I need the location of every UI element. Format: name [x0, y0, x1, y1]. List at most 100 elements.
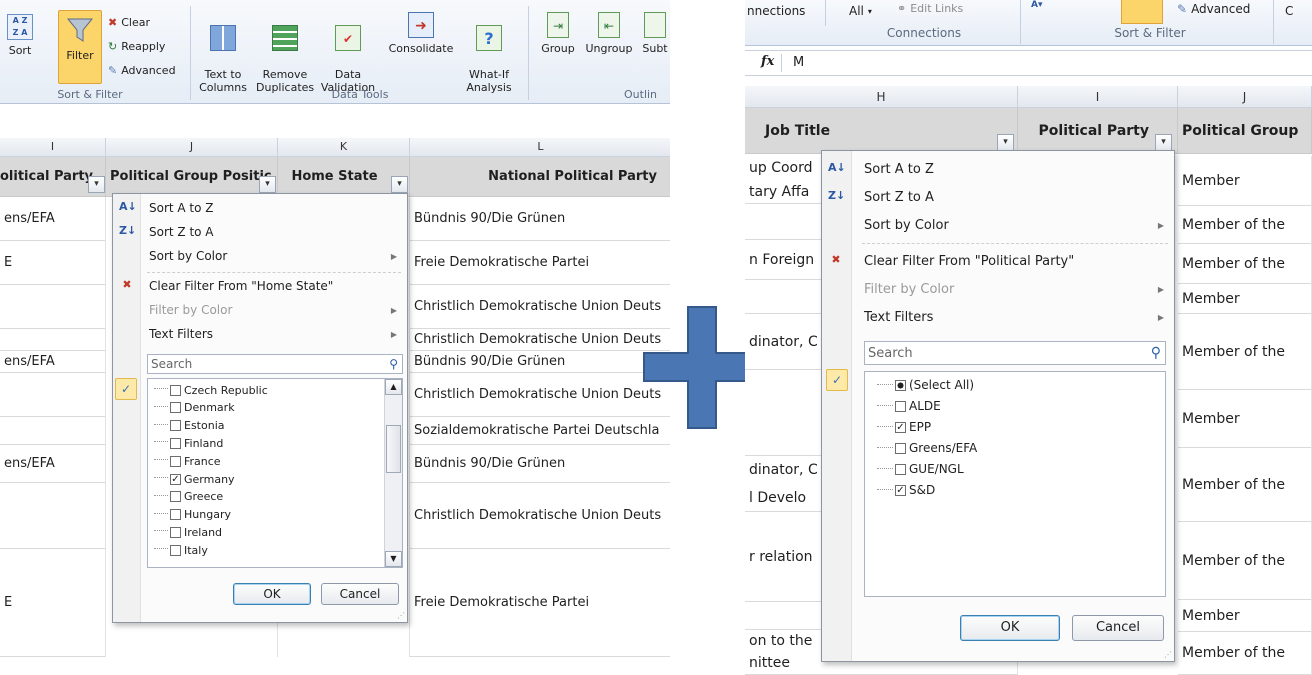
table-cell[interactable]: Christlich Demokratische Union Deuts: [410, 483, 670, 549]
advanced-filter-button[interactable]: ✎ Advanced: [108, 64, 176, 77]
table-cell[interactable]: E: [0, 549, 106, 657]
cancel-button[interactable]: Cancel: [321, 583, 399, 605]
table-cell[interactable]: Member of the: [1178, 206, 1312, 244]
filter-option[interactable]: Ireland: [154, 523, 222, 541]
column-header-i[interactable]: I: [0, 138, 106, 157]
filter-by-color-menu-item[interactable]: Filter by Color ▶: [113, 298, 407, 322]
sort-a-to-z-menu-item[interactable]: A↓ Sort A to Z: [822, 155, 1174, 183]
filter-option[interactable]: Greece: [154, 488, 223, 506]
filter-button[interactable]: [1121, 0, 1163, 24]
checkbox[interactable]: [895, 442, 906, 454]
filter-dropdown-job-title[interactable]: ▾: [997, 134, 1014, 151]
table-cell[interactable]: [0, 373, 106, 417]
table-cell[interactable]: Christlich Demokratische Union Deuts: [410, 373, 670, 417]
checkbox[interactable]: [895, 400, 906, 412]
what-if-analysis-button[interactable]: ? What-If Analysis: [460, 12, 518, 94]
table-cell[interactable]: Freie Demokratische Partei: [410, 549, 670, 657]
checkbox[interactable]: [170, 491, 181, 503]
reapply-button[interactable]: ↻ Reapply: [108, 40, 165, 53]
filter-option[interactable]: Greens/EFA: [877, 439, 977, 457]
remove-duplicates-button[interactable]: Remove Duplicates: [256, 12, 314, 94]
filter-option[interactable]: Finland: [154, 434, 223, 452]
table-cell[interactable]: Christlich Demokratische Union Deuts: [410, 329, 670, 351]
select-all-option[interactable]: (Select All): [877, 376, 974, 394]
resize-grip-icon[interactable]: ⋰: [1164, 650, 1172, 659]
table-cell[interactable]: Member of the: [1178, 632, 1312, 675]
table-cell[interactable]: Sozialdemokratische Partei Deutschla: [410, 417, 670, 445]
data-validation-button[interactable]: ✔ Data Validation: [318, 12, 378, 94]
filter-dropdown-political-party[interactable]: ▾: [88, 176, 105, 193]
group-button[interactable]: ⇥ Group: [536, 12, 580, 55]
checkbox[interactable]: [170, 455, 181, 467]
filter-button[interactable]: Filter: [58, 10, 102, 84]
table-cell[interactable]: Member of the: [1178, 244, 1312, 284]
checkbox[interactable]: [895, 463, 906, 475]
filter-option[interactable]: France: [154, 452, 221, 470]
table-cell[interactable]: Member: [1178, 600, 1312, 632]
filter-option[interactable]: Italy: [154, 541, 208, 559]
table-cell[interactable]: [0, 417, 106, 445]
text-filters-menu-item[interactable]: Text Filters ▶: [822, 303, 1174, 331]
filter-active-dropdown-home-state[interactable]: ▾: [391, 176, 408, 193]
filter-option[interactable]: Denmark: [154, 399, 235, 417]
table-cell[interactable]: Member of the: [1178, 522, 1312, 600]
text-to-columns-button[interactable]: Text to Columns: [196, 12, 250, 94]
ok-button[interactable]: OK: [960, 615, 1060, 641]
resize-grip-icon[interactable]: ⋰: [397, 611, 405, 620]
sort-z-to-a-menu-item[interactable]: Z↓ Sort Z to A: [822, 183, 1174, 211]
checkbox[interactable]: [170, 402, 181, 414]
table-cell[interactable]: Member of the: [1178, 448, 1312, 522]
clear-filter-menu-item[interactable]: ✖ Clear Filter From "Political Party": [822, 247, 1174, 275]
filter-option[interactable]: ✓ Germany: [154, 470, 235, 488]
search-input[interactable]: Search ⚲: [864, 341, 1166, 365]
checkbox-checked[interactable]: ✓: [895, 484, 906, 496]
table-cell[interactable]: Member: [1178, 156, 1312, 206]
checkbox[interactable]: [170, 544, 181, 556]
filter-option[interactable]: Estonia: [154, 417, 225, 435]
ok-button[interactable]: OK: [233, 583, 311, 605]
consolidate-button[interactable]: ➜ Consolidate: [386, 12, 456, 55]
table-cell[interactable]: Member of the: [1178, 314, 1312, 390]
filter-by-color-menu-item[interactable]: Filter by Color ▶: [822, 275, 1174, 303]
filter-option[interactable]: GUE/NGL: [877, 460, 964, 478]
column-header-j[interactable]: J: [1178, 86, 1312, 108]
table-cell[interactable]: Bündnis 90/Die Grünen: [410, 445, 670, 483]
checkbox[interactable]: [170, 526, 181, 538]
subtotal-button[interactable]: Subt: [638, 12, 670, 55]
filter-active-dropdown-political-party[interactable]: ▾: [1155, 134, 1172, 151]
filter-option[interactable]: ALDE: [877, 397, 941, 415]
table-cell[interactable]: ens/EFA: [0, 445, 106, 483]
table-cell[interactable]: Freie Demokratische Partei: [410, 241, 670, 285]
scroll-up-button[interactable]: ▲: [385, 379, 402, 395]
column-header-l[interactable]: L: [410, 138, 670, 157]
column-header-j[interactable]: J: [106, 138, 278, 157]
list-scrollbar[interactable]: ▲ ▼: [384, 379, 402, 567]
cancel-button[interactable]: Cancel: [1072, 615, 1164, 641]
checkbox[interactable]: [170, 437, 181, 449]
formula-input[interactable]: M: [793, 55, 804, 70]
sort-az-icon[interactable]: A▾: [1031, 0, 1042, 10]
column-header-h[interactable]: H: [745, 86, 1018, 108]
clear-filter-button[interactable]: ✖ Clear: [108, 16, 150, 29]
search-input[interactable]: Search ⚲: [147, 354, 403, 374]
scroll-thumb[interactable]: [386, 425, 401, 473]
ungroup-button[interactable]: ⇤ Ungroup: [582, 12, 636, 55]
checkbox-checked[interactable]: ✓: [895, 421, 906, 433]
table-cell[interactable]: Member: [1178, 284, 1312, 314]
sort-z-to-a-menu-item[interactable]: Z↓ Sort Z to A: [113, 220, 407, 244]
sort-button[interactable]: A ZZ A Sort: [4, 14, 36, 57]
checkbox-checked[interactable]: ✓: [170, 473, 181, 485]
table-cell[interactable]: E: [0, 241, 106, 285]
filter-option[interactable]: ✓ S&D: [877, 481, 935, 499]
table-cell[interactable]: [0, 483, 106, 549]
table-cell[interactable]: [0, 329, 106, 351]
filter-dropdown-political-group-position[interactable]: ▾: [259, 176, 276, 193]
table-cell[interactable]: Member: [1178, 390, 1312, 448]
refresh-all-button[interactable]: All ▾: [849, 4, 872, 18]
table-cell[interactable]: ens/EFA: [0, 351, 106, 373]
table-cell[interactable]: Christlich Demokratische Union Deuts: [410, 285, 670, 329]
filter-option[interactable]: Czech Republic: [154, 381, 268, 399]
checkbox-partial[interactable]: [895, 379, 906, 391]
clear-filter-menu-item[interactable]: ✖ Clear Filter From "Home State": [113, 274, 407, 298]
table-cell[interactable]: Bündnis 90/Die Grünen: [410, 197, 670, 241]
